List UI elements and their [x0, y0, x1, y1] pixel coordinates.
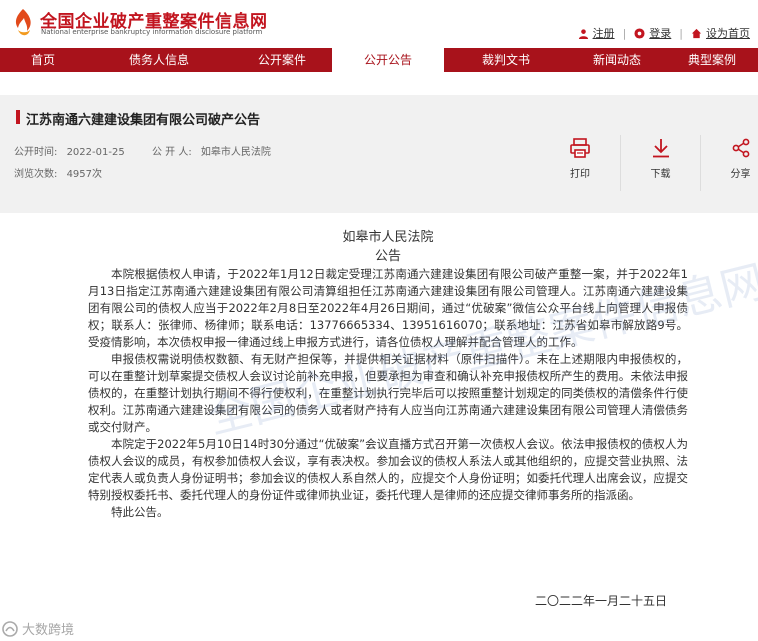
view-count-label: 浏览次数:: [14, 169, 58, 180]
share-button[interactable]: 分享: [700, 135, 758, 191]
nav-typical-cases[interactable]: 典型案例: [666, 48, 758, 72]
brand-label: 大数跨境: [22, 623, 75, 638]
publish-time-value: 2022-01-25: [66, 147, 125, 158]
share-icon: [732, 138, 749, 158]
login-icon: [634, 27, 645, 39]
publisher-value: 如皋市人民法院: [200, 147, 271, 158]
download-label: 下载: [650, 169, 671, 180]
brand-watermark: 大数跨境: [2, 619, 74, 638]
main-nav: 首页 债务人信息 公开案件 公开公告 裁判文书 新闻动态 典型案例: [0, 48, 758, 72]
court-name: 如皋市人民法院: [342, 230, 434, 245]
body-paragraph: 本院定于2022年5月10日14时30分通过“优破案”会议直播方式召开第一次债权…: [88, 437, 688, 502]
user-icon: [578, 28, 588, 39]
nav-public-announcements[interactable]: 公开公告: [332, 48, 444, 72]
print-label: 打印: [570, 169, 590, 180]
publish-time-label: 公开时间:: [14, 147, 58, 158]
nav-debtor-info[interactable]: 债务人信息: [86, 48, 232, 72]
publisher: 公 开 人: 如皋市人民法院: [152, 143, 271, 158]
download-button[interactable]: 下载: [620, 135, 700, 191]
view-count-value: 4957次: [66, 169, 103, 180]
nav-public-cases[interactable]: 公开案件: [232, 48, 332, 72]
site-header: 全国企业破产重整案件信息网 National enterprise bankru…: [0, 0, 758, 46]
home-icon: [691, 28, 702, 38]
announcement-body: 如皋市人民法院 公告 本院根据债权人申请，于2022年1月12日裁定受理江苏南通…: [88, 228, 688, 521]
share-label: 分享: [730, 169, 751, 180]
register-label: 注册: [592, 27, 615, 40]
body-paragraph: 本院根据债权人申请，于2022年1月12日裁定受理江苏南通六建建设集团有限公司破…: [88, 267, 688, 349]
document-actions: 打印 下载 分享: [540, 135, 758, 191]
printer-icon: [570, 138, 590, 158]
notice-heading: 公告: [374, 249, 401, 264]
register-link[interactable]: 注册: [578, 25, 615, 41]
nav-judgments[interactable]: 裁判文书: [444, 48, 568, 72]
site-subtitle: National enterprise bankruptcy informati…: [41, 28, 263, 36]
nav-home[interactable]: 首页: [0, 48, 86, 72]
body-paragraph: 申报债权需说明债权数额、有无财产担保等，并提供相关证据材料（原件扫描件）。未在上…: [88, 352, 688, 434]
link-separator: |: [679, 26, 683, 40]
logo-icon[interactable]: [12, 8, 34, 38]
set-homepage-label: 设为首页: [706, 27, 750, 40]
link-separator: |: [622, 26, 627, 40]
publish-time: 公开时间: 2022-01-25: [14, 143, 125, 158]
document-info-panel: 江苏南通六建建设集团有限公司破产公告 公开时间: 2022-01-25 公 开 …: [0, 95, 758, 213]
login-link[interactable]: 登录: [634, 25, 671, 41]
print-button[interactable]: 打印: [540, 135, 620, 191]
top-links: 注册 | 登录 | 设为首页: [578, 25, 750, 41]
body-paragraph: 特此公告。: [111, 505, 169, 519]
view-count: 浏览次数: 4957次: [14, 165, 102, 180]
download-icon: [652, 139, 669, 158]
announcement-date: 二〇二二年一月二十五日: [535, 594, 668, 608]
brand-logo-icon: [2, 620, 18, 637]
document-title: 江苏南通六建建设集团有限公司破产公告: [16, 109, 260, 128]
login-label: 登录: [649, 27, 672, 40]
set-homepage-link[interactable]: 设为首页: [691, 25, 750, 41]
nav-news[interactable]: 新闻动态: [568, 48, 666, 72]
publisher-label: 公 开 人:: [152, 147, 192, 158]
